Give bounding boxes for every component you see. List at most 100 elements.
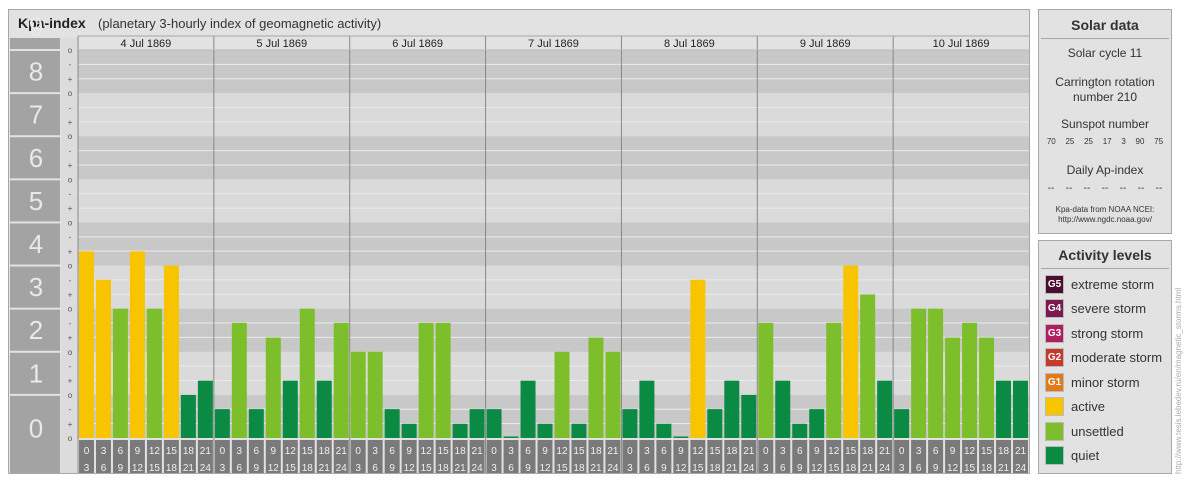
minor-scale-mark: - bbox=[69, 405, 72, 414]
kp-bar bbox=[401, 423, 417, 438]
hour-end-label: 24 bbox=[472, 463, 484, 473]
hour-start-label: 3 bbox=[508, 446, 514, 457]
source-watermark[interactable]: http://www.tesis.lebedev.ru/en/magnetic_… bbox=[1174, 244, 1183, 474]
hour-end-label: 12 bbox=[947, 463, 959, 473]
kp-band bbox=[78, 136, 1029, 180]
hour-start-label: 15 bbox=[438, 446, 450, 457]
kp-bar bbox=[554, 351, 570, 438]
minor-scale-mark: + bbox=[68, 204, 73, 213]
hour-end-label: 21 bbox=[590, 463, 602, 473]
kp-bar bbox=[741, 394, 757, 438]
hour-end-label: 6 bbox=[916, 463, 922, 473]
kpa-chart-panel: Kpa-index (planetary 3-hourly index of g… bbox=[8, 9, 1030, 474]
hour-start-label: 21 bbox=[336, 446, 348, 457]
minor-scale-mark: + bbox=[68, 75, 73, 84]
kp-bar bbox=[639, 380, 655, 438]
hour-end-label: 9 bbox=[661, 463, 667, 473]
kp-tick-label: 6 bbox=[29, 143, 43, 173]
hour-start-label: 21 bbox=[472, 446, 484, 457]
kp-band bbox=[78, 265, 1029, 309]
hour-start-label: 3 bbox=[780, 446, 786, 457]
minor-scale-mark: o bbox=[68, 305, 73, 314]
hour-start-label: 21 bbox=[743, 446, 755, 457]
kp-bar bbox=[95, 279, 111, 438]
hour-end-label: 12 bbox=[811, 463, 823, 473]
hour-end-label: 6 bbox=[237, 463, 243, 473]
hour-start-label: 6 bbox=[389, 446, 395, 457]
hour-end-label: 15 bbox=[692, 463, 704, 473]
hour-end-label: 21 bbox=[319, 463, 331, 473]
sunspot-number-title: Sunspot number bbox=[1060, 117, 1150, 131]
kp-bar bbox=[758, 322, 774, 438]
kp-band bbox=[78, 222, 1029, 266]
hour-start-label: 9 bbox=[950, 446, 956, 457]
hour-start-label: 21 bbox=[200, 446, 212, 457]
hour-start-label: 12 bbox=[828, 446, 840, 457]
daily-ap-values-row: -- -- -- -- -- -- -- bbox=[1039, 183, 1171, 194]
day-label: 9 Jul 1869 bbox=[800, 38, 851, 50]
minor-scale-mark: o bbox=[68, 132, 73, 141]
kp-tick-label: 7 bbox=[29, 100, 43, 130]
hour-end-label: 9 bbox=[797, 463, 803, 473]
hour-start-label: 12 bbox=[285, 446, 297, 457]
kp-bar bbox=[928, 308, 944, 438]
hour-end-label: 3 bbox=[899, 463, 905, 473]
sunspot-value: 3 bbox=[1121, 137, 1126, 146]
kp-bar bbox=[605, 351, 621, 438]
kp-bar bbox=[452, 423, 468, 438]
hour-start-label: 18 bbox=[862, 446, 874, 457]
kp-bar bbox=[180, 394, 196, 438]
kp-bar bbox=[129, 251, 145, 438]
kp-bar bbox=[367, 351, 383, 438]
minor-scale-mark: - bbox=[69, 103, 72, 112]
data-credit-line1: Kpa-data from NOAA NCEI: bbox=[1055, 205, 1155, 214]
minor-scale-mark: - bbox=[69, 362, 72, 371]
legend-label: extreme storm bbox=[1071, 276, 1155, 292]
ap-value: -- bbox=[1047, 183, 1055, 194]
kp-bar bbox=[894, 409, 910, 438]
kp-tick-label: 0 bbox=[29, 413, 43, 443]
daily-ap-title: Daily Ap-index bbox=[1066, 163, 1144, 177]
minor-scale-mark: + bbox=[68, 334, 73, 343]
activity-levels-panel: Activity levels G5 extreme storm G4 seve… bbox=[1038, 240, 1172, 474]
kp-bar bbox=[707, 409, 723, 438]
g3-badge: G3 bbox=[1045, 323, 1064, 343]
kp-bar bbox=[384, 409, 400, 438]
kp-tick-label: 9 bbox=[29, 11, 43, 41]
minor-scale-mark: o bbox=[68, 218, 73, 227]
minor-scale-mark: - bbox=[69, 60, 72, 69]
kp-bar bbox=[962, 322, 978, 438]
sunspot-value: 17 bbox=[1102, 137, 1112, 146]
kp-bar bbox=[724, 380, 740, 438]
minor-scale-mark: + bbox=[68, 420, 73, 429]
day-label: 8 Jul 1869 bbox=[664, 38, 715, 50]
ap-value: -- bbox=[1155, 183, 1163, 194]
kp-bar bbox=[197, 380, 213, 438]
data-credit-url[interactable]: http://www.ngdc.noaa.gov/ bbox=[1039, 215, 1171, 225]
hour-end-label: 24 bbox=[743, 463, 755, 473]
hour-end-label: 24 bbox=[200, 463, 212, 473]
legend-label: active bbox=[1071, 398, 1105, 414]
solar-cycle: Solar cycle 11 bbox=[1067, 46, 1143, 60]
solar-data-title: Solar data bbox=[1071, 17, 1139, 33]
legend-item-severe-storm: G4 severe storm bbox=[1045, 298, 1146, 318]
hour-start-label: 6 bbox=[797, 446, 803, 457]
kpa-bar-chart: 0123456789+o+o-+o-+o-+o-+o-+o-+o-+o-o-4 … bbox=[10, 11, 1029, 473]
hour-start-label: 12 bbox=[556, 446, 568, 457]
hour-end-label: 18 bbox=[438, 463, 450, 473]
hour-end-label: 9 bbox=[254, 463, 260, 473]
hour-end-label: 6 bbox=[372, 463, 378, 473]
hour-end-label: 9 bbox=[118, 463, 124, 473]
activity-title-divider bbox=[1041, 268, 1169, 269]
kp-bar bbox=[503, 436, 519, 438]
hour-start-label: 15 bbox=[302, 446, 314, 457]
ap-value: -- bbox=[1083, 183, 1091, 194]
hour-end-label: 3 bbox=[763, 463, 769, 473]
hour-end-label: 18 bbox=[709, 463, 721, 473]
day-label: 6 Jul 1869 bbox=[392, 38, 443, 50]
sunspot-values-row: 70 25 25 17 3 90 75 bbox=[1039, 137, 1171, 146]
hour-start-label: 0 bbox=[627, 446, 633, 457]
minor-scale-mark: - bbox=[69, 233, 72, 242]
carrington-rotation-line1: Carrington rotation bbox=[1055, 75, 1155, 89]
solar-data-panel: Solar data Solar cycle 11 Carrington rot… bbox=[1038, 9, 1172, 234]
